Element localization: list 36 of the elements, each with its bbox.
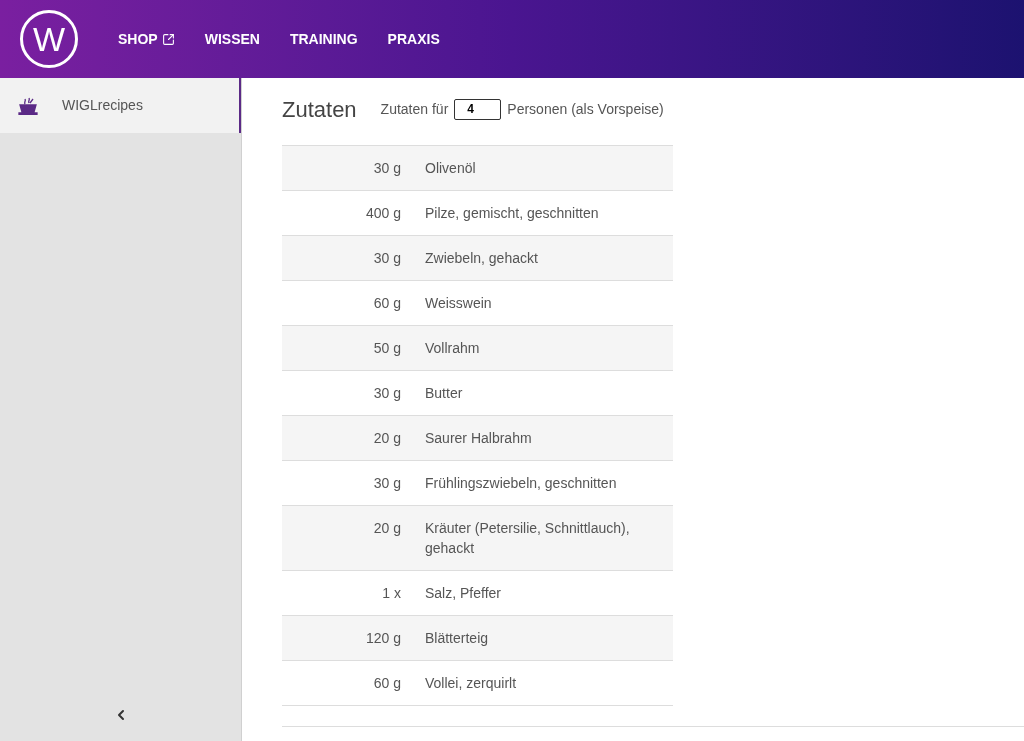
servings-field[interactable]: 4: [454, 98, 502, 120]
amount-cell-text: 30 g: [372, 159, 401, 178]
amount-cell-text: 20 g: [372, 519, 401, 538]
ingredient-cell-text: Frühlingszwiebeln, geschnitten: [424, 474, 618, 493]
ingredient-cell-text: Weisswein: [424, 294, 493, 313]
ingredient-cell-text: Pilze, gemischt, geschnitten: [424, 204, 600, 223]
ingredient-cell-text: Salz, Pfeffer: [424, 584, 502, 603]
ingredient-cell-text: Blätterteig: [424, 629, 490, 648]
amount-cell-text: 50 g: [372, 339, 401, 358]
nav-link[interactable]: SHOP: [118, 28, 175, 50]
pot-icon: [18, 96, 38, 115]
ingredient-cell-text: Vollrahm: [424, 339, 481, 358]
amount-cell-text: 400 g: [364, 204, 401, 223]
amount-cell-text: 30 g: [372, 384, 401, 403]
nav-link[interactable]: TRAINING: [289, 28, 358, 50]
ingredient-cell-text: Olivenöl: [424, 159, 477, 178]
sidebar-item[interactable]: WIGLrecipes: [0, 78, 241, 133]
amount-cell-text: 30 g: [372, 474, 401, 493]
logo[interactable]: W: [20, 10, 78, 68]
ingredient-cell-text: Butter: [424, 384, 464, 403]
amount-cell-text: 20 g: [372, 429, 401, 448]
nav-link[interactable]: WISSEN: [204, 28, 260, 50]
servings-suffix: Personen (als Vorspeise): [507, 99, 664, 119]
nav-link[interactable]: PRAXIS: [387, 28, 440, 50]
ingredient-cell-text: Kräuter (Petersilie, Schnittlauch), gehackt: [424, 519, 631, 558]
section-title: Zutaten: [282, 95, 357, 124]
amount-cell-text: 30 g: [372, 249, 401, 268]
amount-cell-text: 60 g: [372, 294, 401, 313]
ingredient-cell-text: Zwiebeln, gehackt: [424, 249, 539, 268]
ingredient-cell-text: Vollei, zerquirlt: [424, 674, 518, 693]
servings-label: Zutaten für: [380, 99, 449, 119]
external-link-icon: [161, 32, 175, 46]
ingredient-cell-text: Saurer Halbrahm: [424, 429, 533, 448]
amount-cell-text: 60 g: [372, 674, 401, 693]
amount-cell-text: 120 g: [364, 629, 401, 648]
amount-cell-text: 1 x: [381, 584, 401, 603]
